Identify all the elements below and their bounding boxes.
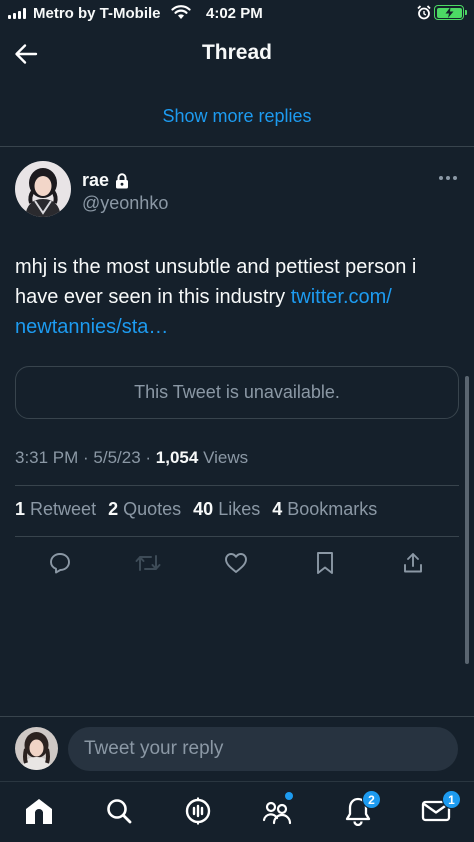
- home-icon: [26, 799, 52, 824]
- bookmarks-label: Bookmarks: [287, 499, 378, 519]
- bottom-tab-bar: 2 1: [0, 782, 474, 842]
- share-icon: [404, 553, 422, 573]
- retweet-button[interactable]: [134, 549, 162, 577]
- bookmark-icon: [317, 552, 333, 574]
- quoted-tweet-unavailable: This Tweet is unavailable.: [15, 366, 459, 419]
- tweet-meta: 3:31 PM · 5/5/23 · 1,054 Views: [15, 448, 249, 467]
- reply-input[interactable]: Tweet your reply: [68, 727, 458, 771]
- scrollbar[interactable]: [465, 376, 469, 664]
- bookmark-button[interactable]: [311, 549, 339, 577]
- lock-icon: [116, 172, 129, 188]
- tab-messages[interactable]: 1: [419, 790, 461, 828]
- carrier-name: Metro by T-Mobile: [33, 5, 161, 22]
- search-icon: [107, 799, 132, 824]
- views-label: Views: [203, 448, 249, 467]
- reply-bar: Tweet your reply: [0, 717, 474, 781]
- author-display-name[interactable]: rae: [82, 170, 129, 191]
- wifi-icon: [171, 4, 191, 24]
- thread-header: Thread: [0, 28, 474, 80]
- messages-badge: 1: [442, 790, 461, 809]
- views-count: 1,054: [155, 448, 199, 467]
- author-avatar[interactable]: [15, 161, 71, 217]
- bookmarks-stat[interactable]: 4 Bookmarks: [272, 499, 377, 520]
- retweets-count: 1: [15, 499, 26, 519]
- like-button[interactable]: [222, 549, 250, 577]
- more-options-button[interactable]: [436, 170, 460, 186]
- cellular-signal-icon: [8, 8, 26, 19]
- alarm-clock-icon: [417, 5, 431, 24]
- current-user-avatar[interactable]: [15, 727, 58, 770]
- more-dots-icon: [439, 176, 443, 180]
- page-title: Thread: [201, 41, 272, 64]
- heart-icon: [225, 553, 247, 573]
- tab-search[interactable]: [102, 794, 136, 828]
- tweet-date: 5/5/23: [93, 448, 141, 467]
- engagement-stats: 1 Retweet 2 Quotes 40 Likes 4 Bookmarks: [15, 499, 377, 520]
- quotes-count: 2: [108, 499, 119, 519]
- speech-bubble-icon: [50, 553, 70, 574]
- tab-communities[interactable]: [261, 792, 295, 828]
- retweet-icon: [135, 555, 161, 571]
- quotes-label: Quotes: [123, 499, 182, 519]
- tab-spaces[interactable]: [181, 794, 215, 828]
- author-handle[interactable]: @yeonhko: [82, 193, 168, 214]
- quoted-unavailable-text: This Tweet is unavailable.: [134, 382, 340, 402]
- status-bar: Metro by T-Mobile 4:02 PM: [0, 0, 474, 28]
- divider: [15, 536, 459, 537]
- tab-home[interactable]: [22, 794, 56, 828]
- tweet-text: mhj is the most unsubtle and pettiest pe…: [15, 252, 463, 342]
- likes-count: 40: [193, 499, 214, 519]
- divider: [0, 146, 474, 147]
- show-more-replies-link[interactable]: Show more replies: [0, 106, 474, 127]
- bookmarks-count: 4: [272, 499, 283, 519]
- likes-stat[interactable]: 40 Likes: [193, 499, 260, 520]
- share-button[interactable]: [399, 549, 427, 577]
- retweets-stat[interactable]: 1 Retweet: [15, 499, 96, 520]
- notifications-badge: 2: [362, 790, 381, 809]
- retweets-label: Retweet: [30, 499, 97, 519]
- divider: [15, 485, 459, 486]
- reply-placeholder: Tweet your reply: [84, 738, 224, 759]
- communities-icon: [262, 801, 292, 825]
- likes-label: Likes: [218, 499, 261, 519]
- clock-time: 4:02 PM: [206, 5, 263, 22]
- quotes-stat[interactable]: 2 Quotes: [108, 499, 181, 520]
- battery-icon: [434, 5, 467, 20]
- tweet-time: 3:31 PM: [15, 448, 79, 467]
- author-name-text: rae: [82, 170, 110, 190]
- reply-button[interactable]: [46, 549, 74, 577]
- spaces-microphone-icon: [185, 797, 211, 825]
- tab-notifications[interactable]: 2: [341, 790, 381, 828]
- communities-dot-indicator: [285, 792, 293, 800]
